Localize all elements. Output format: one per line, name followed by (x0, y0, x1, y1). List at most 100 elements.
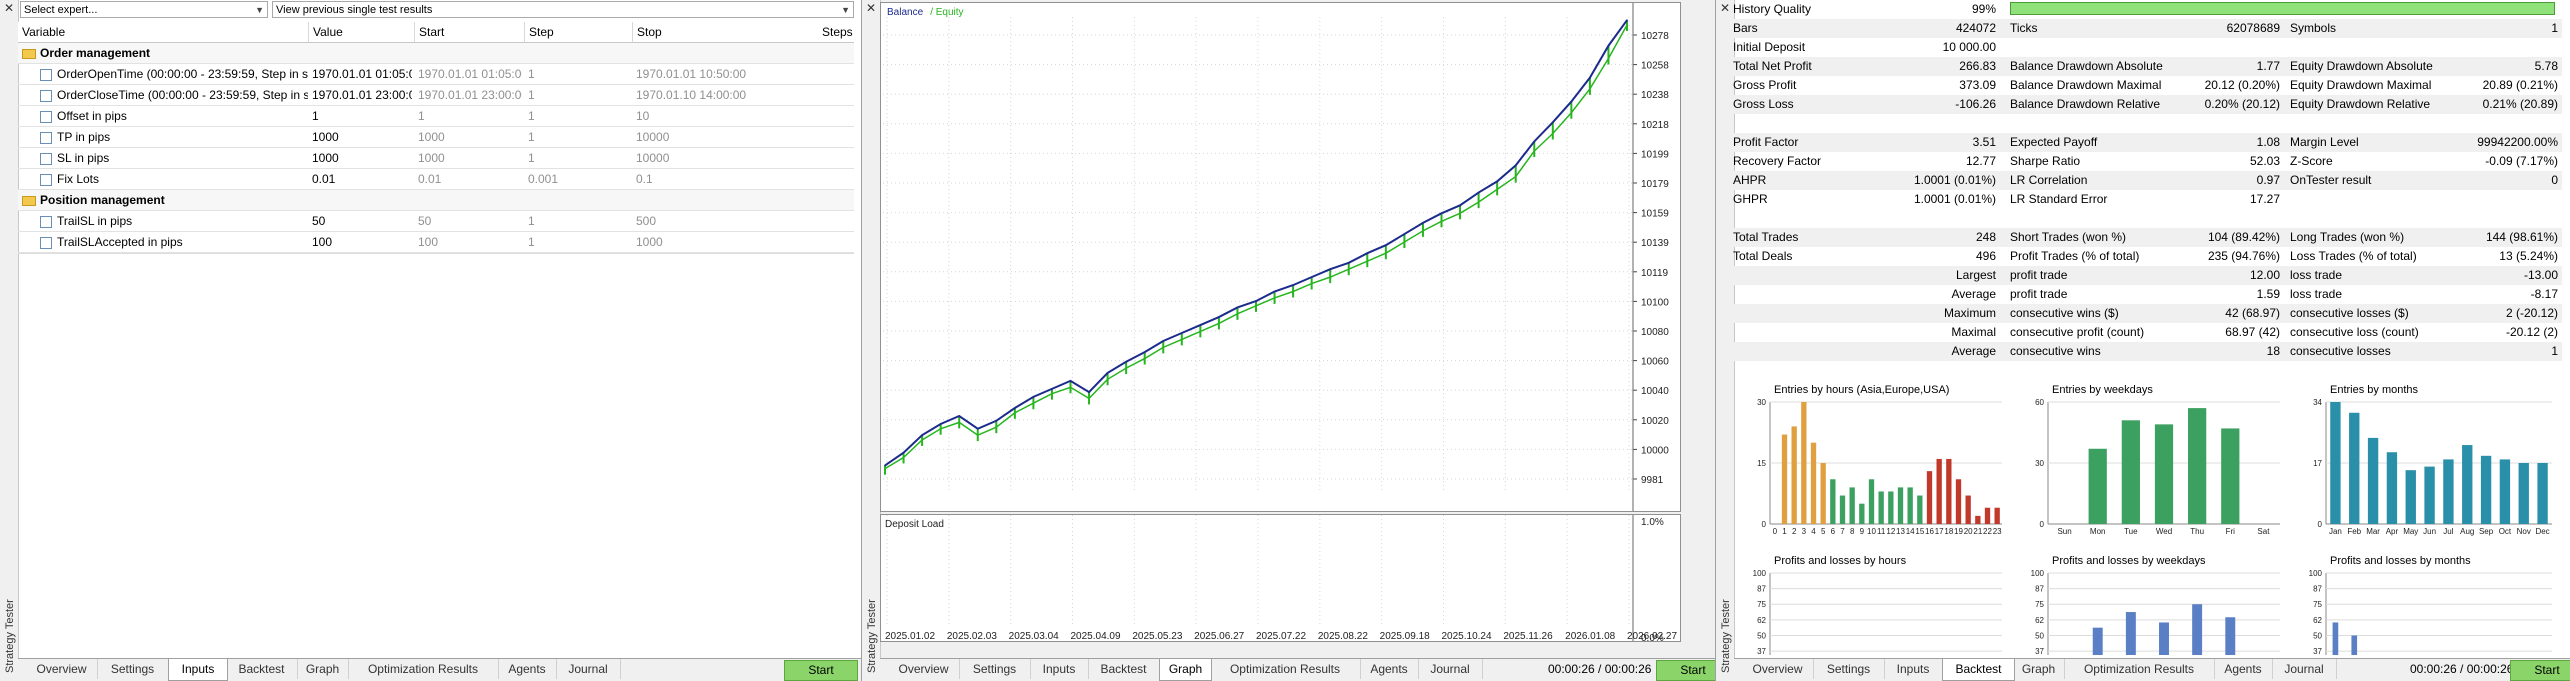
step-cell[interactable]: 1 (528, 232, 628, 252)
step-cell[interactable]: 1 (528, 64, 628, 84)
tab-agents[interactable]: Agents (1360, 659, 1419, 679)
grid-section-row[interactable]: Position management (18, 190, 854, 211)
tab-graph[interactable]: Graph (2013, 659, 2065, 679)
tab-settings[interactable]: Settings (959, 659, 1031, 679)
stop-cell[interactable]: 500 (636, 211, 836, 231)
tab-overview[interactable]: Overview (888, 659, 960, 679)
col-step[interactable]: Step (524, 22, 632, 42)
tab-journal[interactable]: Journal (1418, 659, 1483, 679)
expert-select[interactable]: Select expert... ▼ (20, 1, 268, 18)
value-cell[interactable]: 1 (312, 106, 412, 126)
value-cell[interactable]: 50 (312, 211, 412, 231)
grid-row[interactable]: TP in pips 1000 1000 1 10000 (18, 127, 854, 148)
tab-inputs[interactable]: Inputs (1884, 659, 1943, 679)
stop-cell[interactable]: 1970.01.01 10:50:00 (636, 64, 836, 84)
stop-cell[interactable]: 1970.01.10 14:00:00 (636, 85, 836, 105)
optimize-checkbox[interactable] (40, 152, 52, 165)
tab-inputs[interactable]: Inputs (168, 659, 228, 681)
optimize-checkbox[interactable] (40, 215, 52, 228)
optimize-checkbox[interactable] (40, 110, 52, 123)
tab-optimization-results[interactable]: Optimization Results (2064, 659, 2215, 679)
tab-graph[interactable]: Graph (1159, 659, 1212, 681)
tab-agents[interactable]: Agents (2214, 659, 2273, 679)
grid-row[interactable]: OrderOpenTime (00:00:00 - 23:59:59, Step… (18, 64, 854, 85)
tab-settings[interactable]: Settings (1813, 659, 1885, 679)
tab-overview[interactable]: Overview (1742, 659, 1814, 679)
grid-row[interactable]: TrailSLAccepted in pips 100 100 1 1000 (18, 232, 854, 253)
grid-row[interactable]: Fix Lots 0.01 0.01 0.001 0.1 (18, 169, 854, 190)
close-icon[interactable]: ✕ (3, 2, 15, 14)
start-cell[interactable]: 1000 (418, 127, 522, 147)
optimize-checkbox[interactable] (40, 131, 52, 144)
tab-optimization-results[interactable]: Optimization Results (348, 659, 499, 679)
tab-backtest[interactable]: Backtest (1088, 659, 1160, 679)
stat-value: 0.20% (20.12) (2204, 97, 2280, 111)
close-icon[interactable]: ✕ (865, 2, 877, 14)
y-tick-label: 10218 (1641, 120, 1669, 131)
start-cell[interactable]: 1 (418, 106, 522, 126)
start-cell[interactable]: 1970.01.01 23:00:00 (418, 85, 522, 105)
mini-chart: Profits and losses by months 100 87 75 62 50 3… (2298, 555, 2562, 655)
grid-row[interactable]: TrailSL in pips 50 50 1 500 (18, 211, 854, 232)
tab-journal[interactable]: Journal (556, 659, 621, 679)
tab-inputs[interactable]: Inputs (1030, 659, 1089, 679)
col-start[interactable]: Start (414, 22, 524, 42)
optimize-checkbox[interactable] (40, 236, 52, 249)
y-tick-label: 17 (2313, 459, 2322, 468)
start-button[interactable]: Start (1656, 660, 1715, 681)
col-steps[interactable]: Steps (818, 22, 854, 42)
start-cell[interactable]: 100 (418, 232, 522, 252)
value-cell[interactable]: 100 (312, 232, 412, 252)
grid-section-row[interactable]: Order management (18, 43, 854, 64)
col-value[interactable]: Value (308, 22, 414, 42)
value-cell[interactable]: 1000 (312, 148, 412, 168)
stat-label: consecutive wins (2010, 344, 2101, 358)
step-cell[interactable]: 1 (528, 211, 628, 231)
previous-results-select[interactable]: View previous single test results ▼ (272, 1, 854, 18)
balance-point (1181, 332, 1183, 334)
value-cell[interactable]: 1000 (312, 127, 412, 147)
start-button[interactable]: Start (2510, 660, 2570, 681)
value-cell[interactable]: 0.01 (312, 169, 412, 189)
tab-agents[interactable]: Agents (498, 659, 557, 679)
tab-graph[interactable]: Graph (297, 659, 349, 679)
optimize-checkbox[interactable] (40, 173, 52, 186)
stat-label: Ticks (2010, 21, 2038, 35)
y-tick-label: 60 (2035, 398, 2044, 407)
grid-row[interactable]: SL in pips 1000 1000 1 10000 (18, 148, 854, 169)
stat-value: 373.09 (1959, 78, 1996, 92)
stop-cell[interactable]: 10000 (636, 148, 836, 168)
start-cell[interactable]: 1000 (418, 148, 522, 168)
tab-optimization-results[interactable]: Optimization Results (1210, 659, 1361, 679)
optimize-checkbox[interactable] (40, 89, 52, 102)
stop-cell[interactable]: 0.1 (636, 169, 836, 189)
tab-settings[interactable]: Settings (97, 659, 169, 679)
stop-cell[interactable]: 1000 (636, 232, 836, 252)
optimize-checkbox[interactable] (40, 68, 52, 81)
step-cell[interactable]: 0.001 (528, 169, 628, 189)
start-cell[interactable]: 50 (418, 211, 522, 231)
balance-point (1366, 252, 1369, 255)
grid-row[interactable]: Offset in pips 1 1 1 10 (18, 106, 854, 127)
mini-chart-svg: 301500 1 2 3 4 5 6 7 8 9 10 11 12 13 14 15 16 17 18 19 20 21 2… (1757, 398, 2002, 536)
x-tick-label: 5 (1821, 527, 1826, 536)
tab-journal[interactable]: Journal (2272, 659, 2337, 679)
step-cell[interactable]: 1 (528, 106, 628, 126)
tab-backtest[interactable]: Backtest (1942, 659, 2015, 681)
step-cell[interactable]: 1 (528, 127, 628, 147)
stat-value: 18 (2266, 344, 2280, 358)
value-cell[interactable]: 1970.01.01 23:00:00 (312, 85, 412, 105)
value-cell[interactable]: 1970.01.01 01:05:00 (312, 64, 412, 84)
step-cell[interactable]: 1 (528, 148, 628, 168)
step-cell[interactable]: 1 (528, 85, 628, 105)
stop-cell[interactable]: 10000 (636, 127, 836, 147)
grid-row[interactable]: OrderCloseTime (00:00:00 - 23:59:59, Ste… (18, 85, 854, 106)
start-cell[interactable]: 1970.01.01 01:05:00 (418, 64, 522, 84)
tab-backtest[interactable]: Backtest (226, 659, 298, 679)
tab-overview[interactable]: Overview (26, 659, 98, 679)
stop-cell[interactable]: 10 (636, 106, 836, 126)
col-variable[interactable]: Variable (18, 22, 308, 42)
stat-value: 248 (1975, 230, 1996, 244)
start-button[interactable]: Start (784, 660, 858, 681)
start-cell[interactable]: 0.01 (418, 169, 522, 189)
